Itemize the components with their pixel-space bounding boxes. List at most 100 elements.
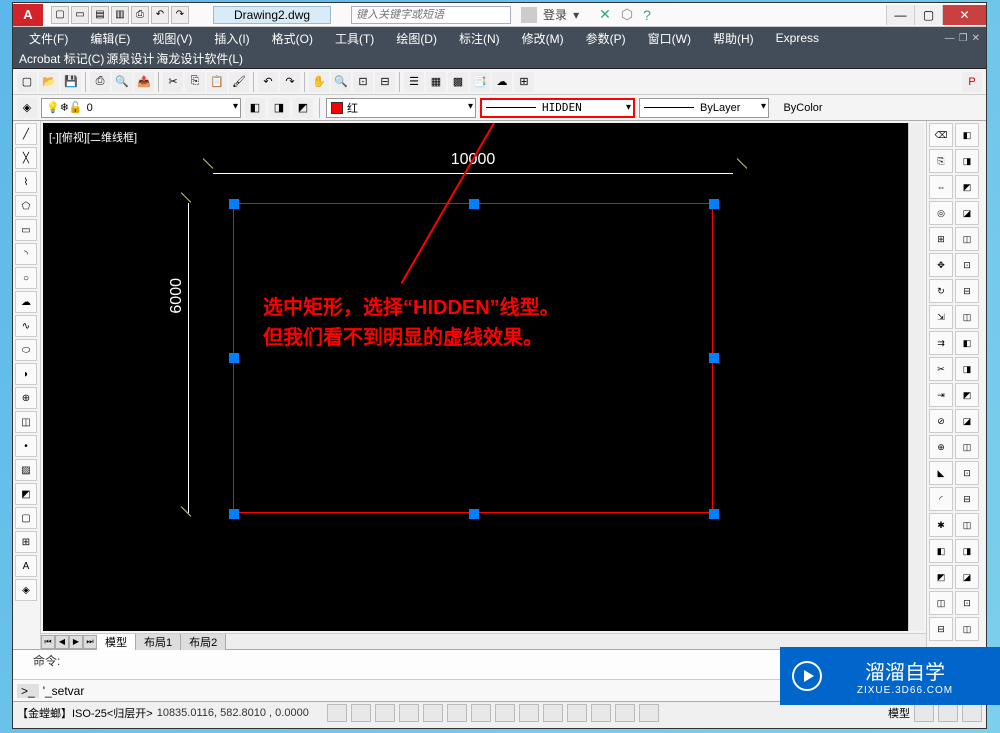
search-input[interactable] [351, 6, 511, 24]
addselected-icon[interactable]: ◈ [15, 579, 37, 601]
layer-iso-icon[interactable]: ◧ [245, 98, 265, 118]
redo-icon[interactable]: ↷ [280, 72, 300, 92]
qat-redo-icon[interactable]: ↷ [171, 6, 189, 24]
grip-icon[interactable] [229, 199, 239, 209]
explode-icon[interactable]: ✱ [929, 513, 953, 537]
menu-yuanquan[interactable]: 源泉设计 [106, 50, 154, 67]
qat-save-icon[interactable]: ▤ [91, 6, 109, 24]
exchange-icon[interactable]: ✕ [599, 6, 611, 23]
block-icon[interactable]: ◫ [15, 411, 37, 433]
point-icon[interactable]: • [15, 435, 37, 457]
zoomprev-icon[interactable]: ⊟ [375, 72, 395, 92]
tool-icon[interactable]: ⊡ [955, 253, 979, 277]
qat-print-icon[interactable]: ⎙ [131, 6, 149, 24]
help-icon[interactable]: ? [643, 7, 651, 23]
ortho-toggle[interactable] [375, 704, 395, 722]
open-icon[interactable]: 📂 [39, 72, 59, 92]
menu-hailong[interactable]: 海龙设计软件(L) [156, 50, 243, 67]
tab-last-button[interactable]: ⏭ [83, 635, 97, 649]
spline-icon[interactable]: ∿ [15, 315, 37, 337]
copy-icon[interactable]: ⎘ [185, 72, 205, 92]
menu-view[interactable]: 视图(V) [142, 28, 202, 49]
tool-icon[interactable]: ⊟ [955, 487, 979, 511]
qat-open-icon[interactable]: ▭ [71, 6, 89, 24]
region-icon[interactable]: ▢ [15, 507, 37, 529]
join-icon[interactable]: ⊕ [929, 435, 953, 459]
tool-icon[interactable]: ◫ [955, 227, 979, 251]
tool-icon[interactable]: ⊡ [955, 461, 979, 485]
rectangle-icon[interactable]: ▭ [15, 219, 37, 241]
tab-layout1[interactable]: 布局1 [136, 634, 181, 650]
toolpalettes-icon[interactable]: ▩ [448, 72, 468, 92]
menu-tools[interactable]: 工具(T) [325, 28, 384, 49]
zoom-icon[interactable]: 🔍 [331, 72, 351, 92]
pdf-icon[interactable]: P [962, 72, 982, 92]
tool-icon[interactable]: ◩ [955, 175, 979, 199]
qp-toggle[interactable] [591, 704, 611, 722]
qat-undo-icon[interactable]: ↶ [151, 6, 169, 24]
extend-icon[interactable]: ⇥ [929, 383, 953, 407]
tool-icon[interactable]: ◪ [955, 201, 979, 225]
tool-icon[interactable]: ◧ [955, 331, 979, 355]
tool-icon[interactable]: ◫ [929, 591, 953, 615]
pline-icon[interactable]: ⌇ [15, 171, 37, 193]
selected-rectangle[interactable] [233, 203, 713, 513]
stretch-icon[interactable]: ⇉ [929, 331, 953, 355]
menu-format[interactable]: 格式(O) [262, 28, 323, 49]
am-toggle[interactable] [639, 704, 659, 722]
menu-insert[interactable]: 插入(I) [204, 28, 259, 49]
qat-saveas-icon[interactable]: ▥ [111, 6, 129, 24]
properties-icon[interactable]: ☰ [404, 72, 424, 92]
vertical-scrollbar[interactable] [908, 123, 924, 631]
tab-model[interactable]: 模型 [97, 634, 136, 650]
paste-icon[interactable]: 📋 [207, 72, 227, 92]
ducs-toggle[interactable] [495, 704, 515, 722]
tool-icon[interactable]: ◩ [955, 383, 979, 407]
tool-icon[interactable]: ⊟ [955, 279, 979, 303]
otrack-toggle[interactable] [471, 704, 491, 722]
rotate-icon[interactable]: ↻ [929, 279, 953, 303]
menu-modify[interactable]: 修改(M) [512, 28, 574, 49]
grip-icon[interactable] [709, 353, 719, 363]
linetype-dropdown[interactable]: HIDDEN ▾ [480, 98, 635, 118]
3dosnap-toggle[interactable] [447, 704, 467, 722]
preview-icon[interactable]: 🔍 [112, 72, 132, 92]
viewport-label[interactable]: [-][俯视][二维线框] [49, 129, 137, 145]
tool-icon[interactable]: ◩ [929, 565, 953, 589]
grip-icon[interactable] [229, 353, 239, 363]
menu-draw[interactable]: 绘图(D) [386, 28, 447, 49]
polygon-icon[interactable]: ⬠ [15, 195, 37, 217]
status-btn[interactable] [914, 704, 934, 722]
tool-icon[interactable]: ◪ [955, 565, 979, 589]
share-icon[interactable]: ⬡ [621, 6, 633, 23]
app-logo[interactable]: A [13, 4, 43, 26]
mirror-icon[interactable]: ⇔ [929, 175, 953, 199]
publish-icon[interactable]: 📤 [134, 72, 154, 92]
offset-icon[interactable]: ◎ [929, 201, 953, 225]
maximize-button[interactable]: ▢ [914, 5, 942, 25]
tool-icon[interactable]: ◨ [955, 149, 979, 173]
lwt-toggle[interactable] [543, 704, 563, 722]
lineweight-dropdown[interactable]: ByLayer ▾ [639, 98, 769, 118]
fillet-icon[interactable]: ◜ [929, 487, 953, 511]
matchprop-icon[interactable]: 🖌 [229, 72, 249, 92]
sc-toggle[interactable] [615, 704, 635, 722]
save-icon[interactable]: 💾 [61, 72, 81, 92]
tool-icon[interactable]: ◨ [955, 357, 979, 381]
tool-icon[interactable]: ◫ [955, 435, 979, 459]
pan-icon[interactable]: ✋ [309, 72, 329, 92]
grip-icon[interactable] [229, 509, 239, 519]
grip-icon[interactable] [709, 509, 719, 519]
menu-file[interactable]: 文件(F) [19, 28, 78, 49]
ellipsearc-icon[interactable]: ◗ [15, 363, 37, 385]
undo-icon[interactable]: ↶ [258, 72, 278, 92]
tool-icon[interactable]: ◫ [955, 513, 979, 537]
break-icon[interactable]: ⊘ [929, 409, 953, 433]
table-icon[interactable]: ⊞ [15, 531, 37, 553]
drawing-canvas[interactable]: [-][俯视][二维线框] 10000 6000 [43, 123, 924, 631]
markup-icon[interactable]: ☁ [492, 72, 512, 92]
tool-icon[interactable]: ◧ [929, 539, 953, 563]
menu-help[interactable]: 帮助(H) [703, 28, 764, 49]
scale-icon[interactable]: ⇲ [929, 305, 953, 329]
erase-icon[interactable]: ⌫ [929, 123, 953, 147]
